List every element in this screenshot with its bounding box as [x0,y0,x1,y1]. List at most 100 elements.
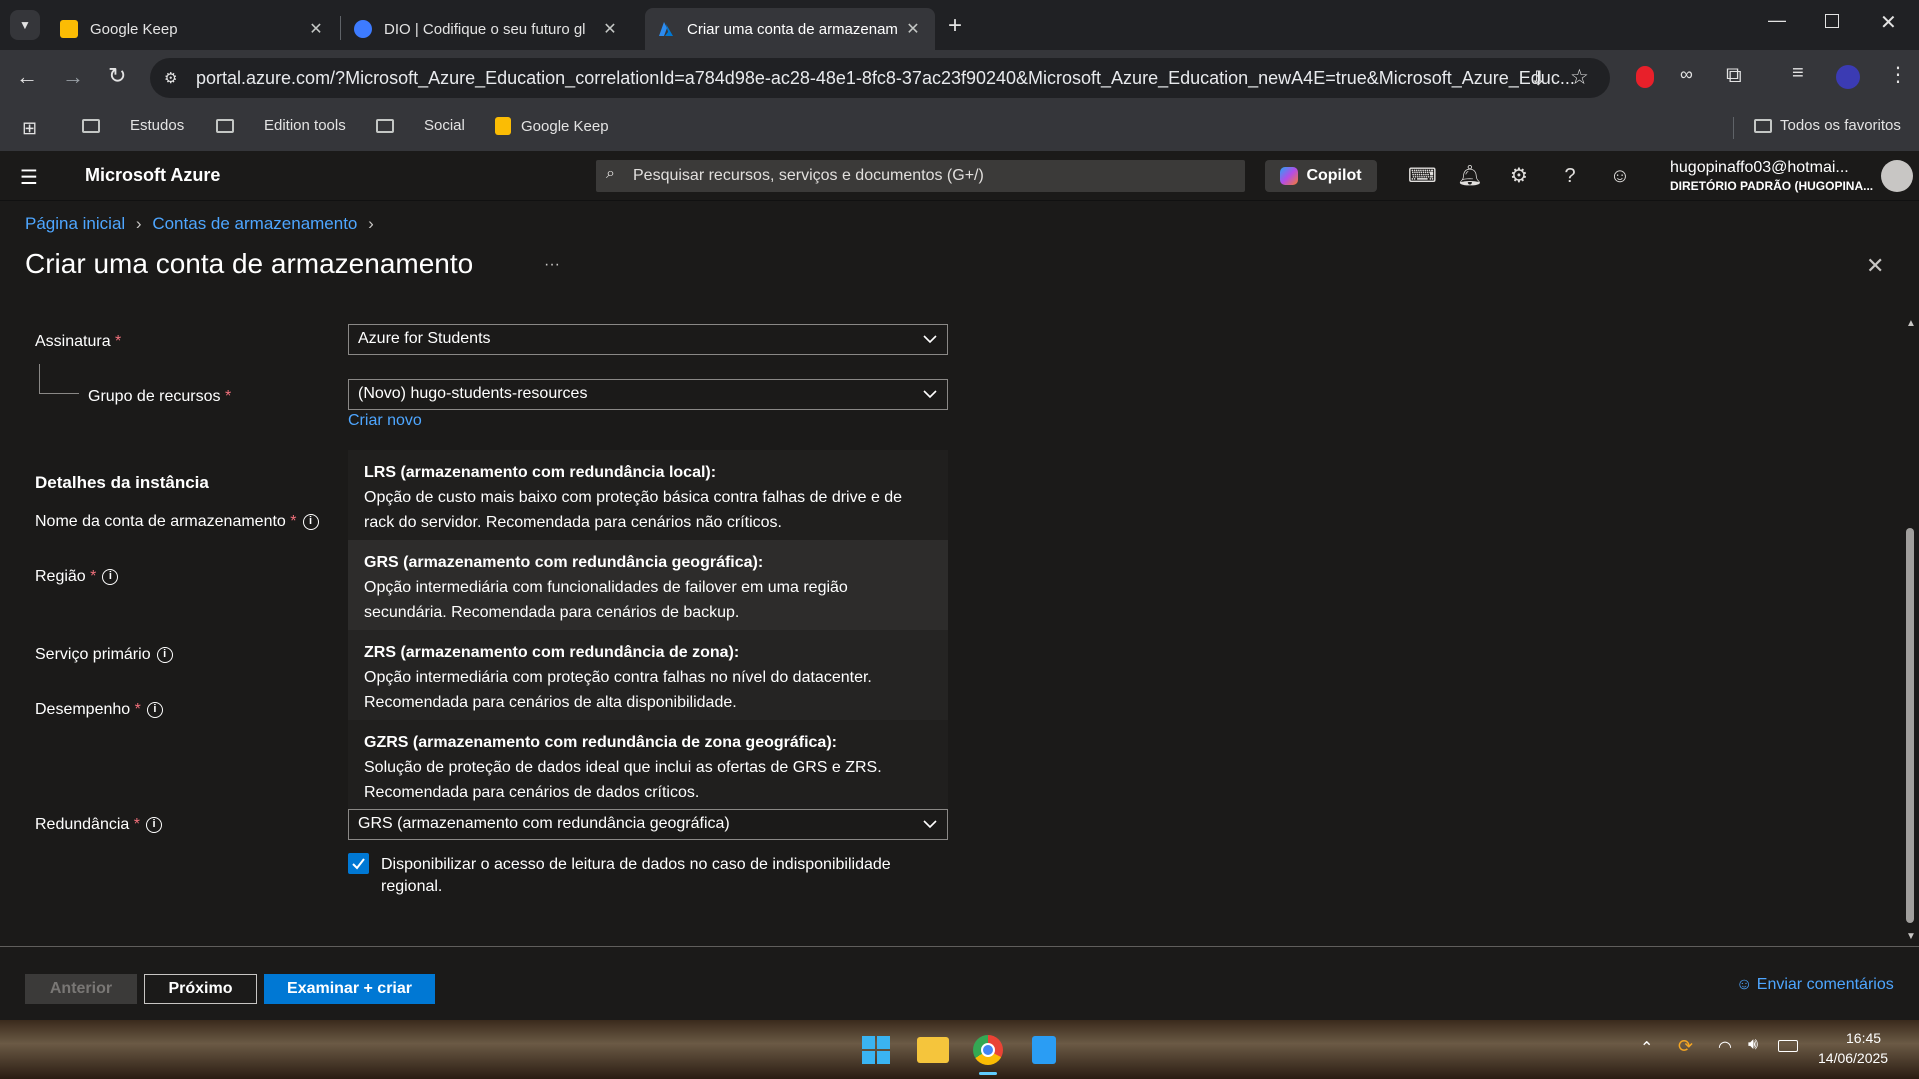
tab-dio[interactable]: DIO | Codifique o seu futuro gl ✕ [342,8,632,50]
info-icon[interactable]: i [146,701,163,718]
apps-grid-icon[interactable]: ⊞ [22,118,37,139]
help-icon[interactable]: ? [1557,163,1583,189]
tab-title: Criar uma conta de armazenam [687,20,898,38]
info-icon[interactable]: i [102,568,119,585]
create-new-link[interactable]: Criar novo [348,412,422,430]
global-search-input[interactable]: ⌕ Pesquisar recursos, serviços e documen… [596,160,1245,192]
hamburger-menu-icon[interactable]: ☰ [20,165,38,190]
tab-azure[interactable]: Criar uma conta de armazenam ✕ [645,8,935,50]
chevron-right-icon: › [368,214,374,233]
cloud-shell-icon[interactable]: ⌨ [1408,163,1437,189]
media-control-icon[interactable]: ≡ [1792,62,1804,85]
bookmark-social[interactable]: Social [376,117,465,134]
copilot-button[interactable]: Copilot [1265,160,1377,192]
bookmark-estudos[interactable]: Estudos [82,117,184,134]
azure-brand[interactable]: Microsoft Azure [85,165,220,186]
feedback-icon[interactable]: ☺ [1607,163,1633,189]
page-title: Criar uma conta de armazenamento [25,248,474,279]
profile-avatar[interactable] [1836,65,1860,89]
tab-title: DIO | Codifique o seu futuro gl [384,20,586,38]
scroll-up-icon[interactable]: ▲ [1906,318,1916,329]
install-app-icon[interactable]: ⇩ [1530,66,1547,91]
option-zrs[interactable]: ZRS (armazenamento com redundância de zo… [348,630,948,720]
address-bar[interactable]: ⚙ portal.azure.com/?Microsoft_Azure_Educ… [150,58,1610,98]
battery-icon[interactable] [1778,1040,1798,1052]
info-icon[interactable]: i [145,816,162,833]
chrome-taskbar-icon[interactable] [973,1035,1003,1065]
notifications-bell-icon[interactable]: 🔔︎ [1457,163,1483,189]
account-menu[interactable]: hugopinaffo03@hotmai... DIRETÓRIO PADRÃO… [1670,159,1873,193]
previous-button[interactable]: Anterior [25,974,137,1004]
extension-red-icon[interactable] [1636,66,1654,88]
chrome-menu-icon[interactable]: ⋮ [1888,62,1908,87]
close-icon[interactable]: ✕ [600,19,620,39]
volume-icon[interactable]: 🔊︎ [1748,1036,1758,1054]
resource-group-select[interactable]: (Novo) hugo-students-resources [348,379,948,410]
chevron-right-icon: › [135,214,142,233]
bookmark-star-icon[interactable]: ☆ [1570,65,1589,90]
subscription-select[interactable]: Azure for Students [348,324,948,355]
more-options-icon[interactable]: ··· [544,256,560,274]
search-icon: ⌕ [606,165,615,182]
close-icon[interactable]: ✕ [306,19,326,39]
option-desc: Opção de custo mais baixo com proteção b… [364,489,903,506]
back-icon[interactable]: ← [16,64,38,90]
close-icon[interactable]: ✕ [903,19,923,39]
azure-icon [657,20,675,38]
scrollbar-thumb[interactable] [1906,528,1914,923]
option-desc: Opção intermediária com funcionalidades … [364,579,848,596]
notepad-icon[interactable] [1032,1036,1056,1064]
wifi-icon[interactable]: ◠ [1718,1037,1732,1057]
divider [1733,117,1734,139]
read-access-checkbox[interactable] [348,853,369,874]
url-text[interactable]: portal.azure.com/?Microsoft_Azure_Educat… [196,68,1575,89]
windows-start-icon[interactable] [862,1036,890,1064]
user-email: hugopinaffo03@hotmai... [1670,159,1849,176]
all-bookmarks[interactable]: Todos os favoritos [1754,117,1901,134]
scroll-down-icon[interactable]: ▼ [1906,931,1916,942]
close-window-button[interactable]: ✕ [1880,10,1897,35]
primary-service-label: Serviço primário i [35,646,173,664]
user-avatar[interactable] [1881,160,1913,192]
review-create-button[interactable]: Examinar + criar [264,974,435,1004]
file-explorer-icon[interactable] [917,1037,949,1063]
clock-date[interactable]: 14/06/2025 [1818,1050,1888,1066]
minimize-button[interactable]: — [1768,10,1786,31]
scrollbar[interactable]: ▲ ▼ [1903,318,1917,946]
option-gzrs[interactable]: GZRS (armazenamento com redundância de z… [348,720,948,810]
option-grs[interactable]: GRS (armazenamento com redundância geogr… [348,540,948,630]
settings-gear-icon[interactable]: ⚙ [1506,163,1532,189]
breadcrumb-storage-accounts[interactable]: Contas de armazenamento [152,214,357,233]
show-hidden-icons[interactable]: ⌃ [1640,1038,1653,1058]
reload-icon[interactable]: ↻ [108,63,126,89]
resource-group-label: Grupo de recursos * [88,388,232,405]
forward-icon[interactable]: → [62,64,84,90]
info-icon[interactable]: i [302,513,319,530]
site-info-icon[interactable]: ⚙ [164,69,177,87]
close-blade-icon[interactable]: ✕ [1866,253,1884,279]
breadcrumb: Página inicial › Contas de armazenamento… [25,214,380,234]
tab-search-button[interactable]: ▼ [10,10,40,40]
restore-button[interactable] [1825,14,1839,28]
option-title: GRS (armazenamento com redundância geogr… [364,554,764,571]
info-icon[interactable]: i [156,646,173,663]
option-lrs[interactable]: LRS (armazenamento com redundância local… [348,450,948,540]
new-tab-button[interactable]: + [948,12,962,40]
send-feedback-link[interactable]: ☺ Enviar comentários [1736,976,1894,994]
redundancy-select[interactable]: GRS (armazenamento com redundância geogr… [348,809,948,840]
breadcrumb-home[interactable]: Página inicial [25,214,125,233]
bookmark-label: Google Keep [521,117,609,135]
google-keep-icon [60,20,78,38]
clock-time[interactable]: 16:45 [1846,1030,1881,1046]
bookmark-edition-tools[interactable]: Edition tools [216,117,346,134]
performance-label: Desempenho * i [35,701,163,719]
azure-top-bar: ☰ Microsoft Azure ⌕ Pesquisar recursos, … [0,151,1919,201]
copilot-label: Copilot [1306,167,1362,184]
sync-icon[interactable]: ⟳ [1678,1036,1693,1057]
next-button[interactable]: Próximo [144,974,257,1004]
tab-google-keep[interactable]: Google Keep ✕ [48,8,338,50]
extension-glasses-icon[interactable]: ∞ [1680,64,1693,85]
bookmark-google-keep[interactable]: Google Keep [495,117,609,135]
extensions-puzzle-icon[interactable]: ⧉ [1726,62,1742,88]
checkmark-icon [352,858,365,870]
